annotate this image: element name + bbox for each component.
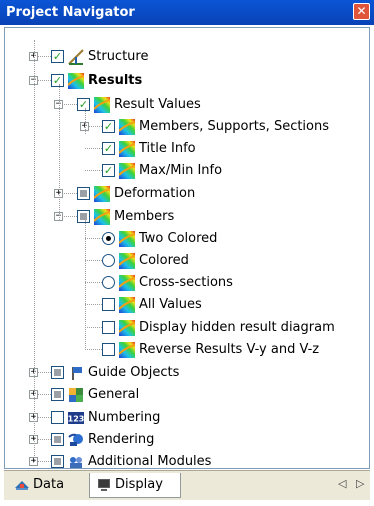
tab-data-label: Data [33, 477, 65, 492]
checkbox[interactable] [51, 433, 64, 446]
radio-button[interactable] [102, 254, 115, 267]
guide-objects-icon [72, 367, 82, 380]
scroll-left-arrow[interactable]: ◁ [338, 477, 346, 490]
checkbox[interactable] [51, 411, 64, 424]
tab-bar: Data Display ◁ ▷ [4, 470, 370, 500]
results-icon [119, 231, 135, 247]
checkbox[interactable]: ✓ [102, 120, 115, 133]
rendering-icon [68, 433, 83, 446]
tree-connector [85, 349, 102, 350]
tree-item-label: Structure [88, 49, 149, 64]
tree-item-label: Rendering [88, 432, 155, 447]
tree-item-label: Members, Supports, Sections [139, 119, 330, 134]
tree-item-label: Members [114, 209, 175, 224]
checkbox[interactable] [51, 366, 64, 379]
checkbox[interactable] [77, 187, 90, 200]
numbering-icon: 123 [68, 412, 84, 424]
results-icon [94, 209, 110, 225]
tree-item-label: Additional Modules [88, 454, 212, 469]
checkbox[interactable] [77, 210, 90, 223]
results-icon [119, 320, 135, 336]
results-icon [68, 73, 84, 89]
results-icon [94, 186, 110, 202]
tree-connector [85, 170, 102, 171]
tree-item-label: Results [88, 73, 143, 88]
tree-item-label: Guide Objects [88, 365, 180, 380]
radio-button[interactable] [102, 232, 115, 245]
tab-display-label: Display [115, 477, 163, 492]
radio-button[interactable] [102, 276, 115, 289]
tree-connector [85, 282, 102, 283]
checkbox[interactable]: ✓ [102, 164, 115, 177]
tree-guide-line [34, 40, 35, 462]
tree-guide-line [85, 108, 86, 134]
checkbox[interactable] [102, 321, 115, 334]
results-icon [119, 253, 135, 269]
checkbox[interactable] [102, 298, 115, 311]
checkbox[interactable] [51, 455, 64, 468]
tree-connector [85, 327, 102, 328]
tree-item-label: Colored [139, 253, 189, 268]
structure-icon [68, 49, 84, 65]
tree-guide-line [85, 220, 86, 350]
tree-item-label: Deformation [114, 186, 196, 201]
display-icon [98, 479, 110, 491]
tree-item-label: Reverse Results V-y and V-z [139, 342, 320, 357]
tree-connector [85, 260, 102, 261]
tree-connector [85, 238, 102, 239]
results-icon [119, 119, 135, 135]
scroll-right-arrow[interactable]: ▷ [356, 477, 364, 490]
tree-item-label: Numbering [88, 410, 161, 425]
checkbox[interactable]: ✓ [77, 98, 90, 111]
svg-text:123: 123 [68, 415, 84, 424]
checkbox[interactable]: ✓ [102, 142, 115, 155]
navigator-tree: + ✓ Structure − ✓ Results − ✓ Result Values + ✓ Mem… [0, 0, 374, 470]
data-icon [15, 481, 29, 490]
tree-item-label: Result Values [114, 97, 201, 112]
results-icon [119, 342, 135, 358]
checkbox[interactable]: ✓ [51, 50, 64, 63]
tab-data[interactable]: Data [8, 473, 80, 497]
additional-modules-icon [70, 457, 82, 468]
checkbox[interactable]: ✓ [51, 74, 64, 87]
tree-item-label: Cross-sections [139, 275, 233, 290]
results-icon [119, 275, 135, 291]
tree-item-label: Title Info [139, 141, 196, 156]
tree-item-label: Max/Min Info [139, 163, 223, 178]
tree-guide-line [59, 84, 60, 220]
results-icon [119, 297, 135, 313]
results-icon [119, 163, 135, 179]
tab-display[interactable]: Display [89, 473, 181, 498]
tree-item-label: All Values [139, 297, 202, 312]
tree-item-label: Two Colored [139, 231, 218, 246]
results-icon [119, 141, 135, 157]
tree-connector [85, 148, 102, 149]
results-icon [94, 97, 110, 113]
checkbox[interactable] [51, 388, 64, 401]
general-icon [69, 388, 83, 402]
tree-item-label: General [88, 387, 140, 402]
tree-connector [85, 304, 102, 305]
checkbox[interactable] [102, 343, 115, 356]
tree-item-label: Display hidden result diagram [139, 320, 335, 335]
